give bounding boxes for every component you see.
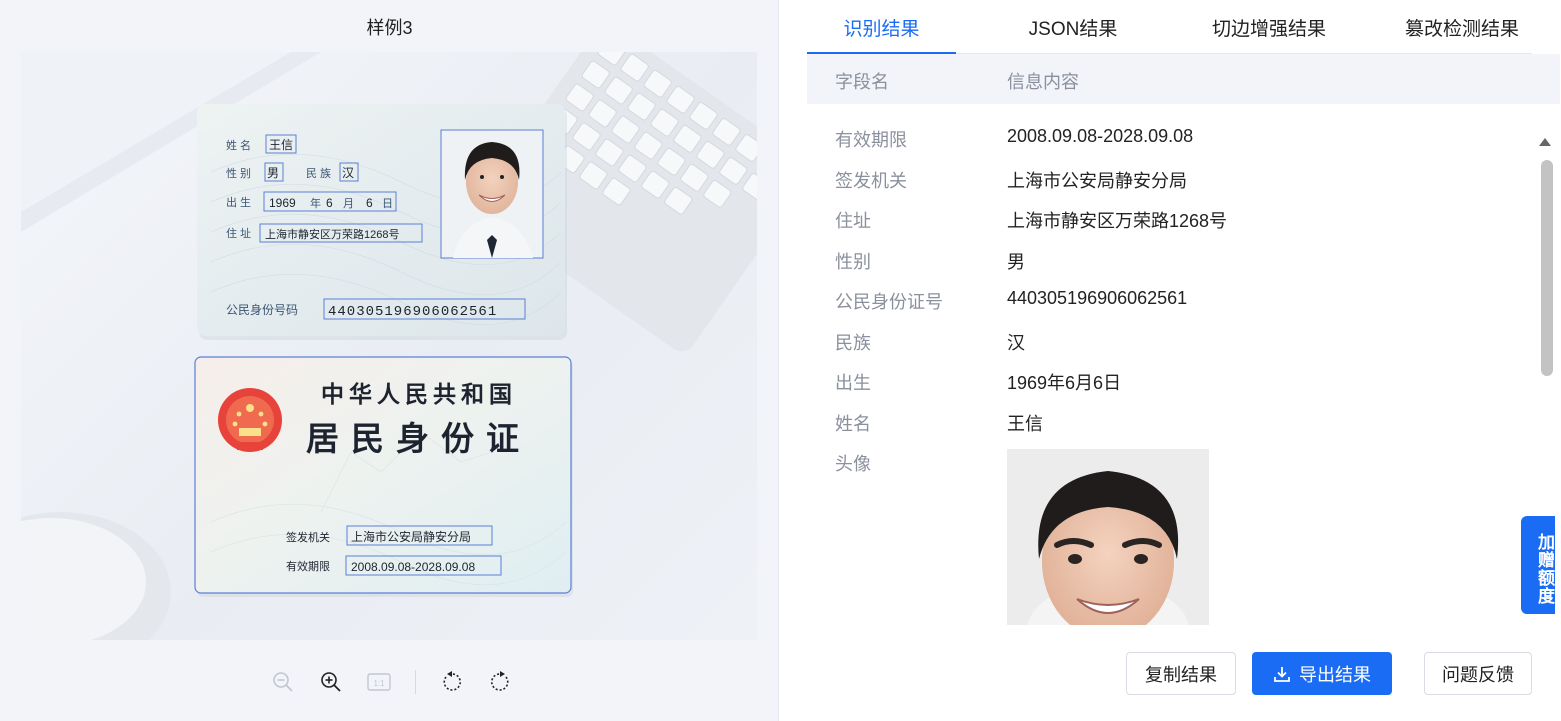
row-key: 出生 [835,373,871,393]
result-tabs: 识别结果 JSON结果 切边增强结果 篡改检测结果 [807,0,1532,55]
scrollbar-thumb[interactable] [1541,160,1553,376]
row-key: 公民身份证号 [835,292,943,312]
back-country: 中华人民共和国 [321,381,517,407]
rotate-left-icon[interactable] [434,664,470,700]
sample-image: 姓 名 性 别 民 族 出 生 住 址 公民身份号码 王信 男 汉 1969 年… [21,52,757,640]
sample-title: 样例3 [366,18,413,38]
row-key: 头像 [835,454,871,474]
tab-json-result[interactable]: JSON结果 [1003,0,1143,54]
front-address-label: 住 址 [226,226,251,240]
front-birth-label: 出 生 [226,195,251,209]
front-id-number: 440305196906062561 [328,304,497,320]
id-card-back: 中华人民共和国 居民身份证 签发机关 有效期限 上海市公安局静安分局 2008.… [194,356,573,597]
row-key: 姓名 [835,414,871,434]
row-value: 440305196906062561 [1007,288,1188,308]
row-value: 男 [1007,252,1025,272]
export-result-label: 导出结果 [1299,664,1371,685]
front-ethnicity-label: 民 族 [306,166,331,180]
row-value: 上海市公安局静安分局 [1007,171,1187,191]
sample-panel: 样例3 姓 名 性 别 民 族 出 生 住 址 公民身份号码 王信 男 汉 19… [0,0,779,721]
front-address: 上海市静安区万荣路1268号 [265,227,399,241]
actual-size-label: 1:1 [373,679,385,688]
back-card-title: 居民身份证 [306,421,531,458]
result-panel: 识别结果 JSON结果 切边增强结果 篡改检测结果 字段名 信息内容 有效期限 2… [780,0,1561,721]
tab-recognition-result[interactable]: 识别结果 [807,0,956,55]
tab-crop-enhance-result[interactable]: 切边增强结果 [1184,0,1354,54]
actual-size-icon[interactable]: 1:1 [361,664,397,700]
row-value: 1969年6月6日 [1007,373,1122,393]
front-name-label: 姓 名 [226,138,251,152]
avatar-image [1007,449,1209,625]
sample-image-canvas[interactable]: 姓 名 性 别 民 族 出 生 住 址 公民身份号码 王信 男 汉 1969 年… [21,52,757,640]
mouse [21,512,171,640]
image-toolbar: 1:1 [265,664,518,700]
front-day-unit: 日 [382,198,393,210]
national-emblem-icon [218,388,282,452]
row-key: 有效期限 [835,130,907,150]
zoom-in-icon[interactable] [313,664,349,700]
tab-tamper-detection-result[interactable]: 篡改检测结果 [1387,0,1537,54]
zoom-out-icon[interactable] [265,664,301,700]
header-info-content: 信息内容 [1007,72,1079,92]
front-gender-label: 性 别 [226,166,251,180]
bonus-quota-tab[interactable]: 加赠额度 [1521,516,1555,614]
back-authority-label: 签发机关 [286,530,330,544]
scroll-up-arrow-icon[interactable] [1539,138,1551,146]
back-authority: 上海市公安局静安分局 [351,529,471,544]
table-header: 字段名 信息内容 [807,54,1560,104]
front-ethnicity: 汉 [342,166,354,180]
rotate-right-icon[interactable] [482,664,518,700]
row-value: 汉 [1007,333,1025,353]
export-result-button[interactable]: 导出结果 [1252,652,1392,695]
front-month-unit: 月 [343,198,354,210]
copy-result-button[interactable]: 复制结果 [1126,652,1236,695]
front-gender: 男 [267,166,279,180]
toolbar-divider [415,670,416,694]
row-key: 民族 [835,333,871,353]
front-id-label: 公民身份号码 [226,302,298,317]
row-value: 王信 [1007,414,1043,434]
front-name: 王信 [269,138,293,152]
front-birth-year: 1969 [269,196,296,210]
front-birth-day: 6 [366,196,373,210]
row-key: 性别 [835,252,871,272]
row-key: 签发机关 [835,171,907,191]
back-validity-label: 有效期限 [286,559,330,573]
front-birth-month: 6 [326,196,333,210]
row-value: 2008.09.08-2028.09.08 [1007,126,1194,146]
header-field-name: 字段名 [835,72,889,92]
download-icon [1274,666,1290,682]
front-photo [440,129,544,259]
row-value: 上海市静安区万荣路1268号 [1007,211,1228,231]
front-year-unit: 年 [310,196,321,210]
feedback-button[interactable]: 问题反馈 [1424,652,1532,695]
row-key: 住址 [835,211,871,231]
back-validity: 2008.09.08-2028.09.08 [351,560,475,574]
id-card-front: 姓 名 性 别 民 族 出 生 住 址 公民身份号码 王信 男 汉 1969 年… [197,104,567,340]
